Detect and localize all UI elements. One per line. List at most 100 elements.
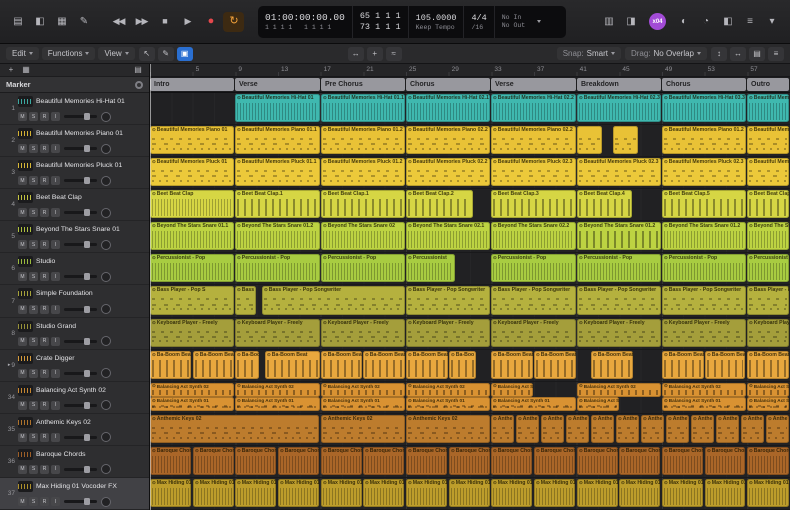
region[interactable]: ⊙Bass Player - Pop (747, 286, 789, 314)
region[interactable]: ⊙Beautiful Memories Hi-Hat 02.2 (491, 94, 576, 122)
region[interactable]: ⊙Beautiful Memories Pluck 01.2 (321, 158, 405, 186)
region[interactable]: ⊙Percussionist - Pop (662, 254, 746, 282)
play-button[interactable]: ▶ (177, 12, 198, 32)
region[interactable]: ⊙Percussionist (406, 254, 455, 282)
region[interactable]: ⊙Beet Beat Clap.3 (491, 190, 576, 218)
region[interactable]: ⊙Beyond The Stars Snare 02.2 (491, 222, 576, 250)
track-header[interactable]: 2Beautiful Memories Piano 01MSRI (0, 125, 149, 157)
region[interactable]: ⊙Beautiful Memories Hi-Hat 01.1 (321, 94, 405, 122)
track-header[interactable]: 36Baroque ChordsMSRI (0, 446, 149, 478)
pan-knob[interactable] (101, 240, 111, 250)
tools-icon[interactable]: ✎ (74, 12, 94, 32)
region[interactable]: ⊙Beet Beat Clap (747, 190, 789, 218)
volume-slider-thumb[interactable] (84, 370, 90, 377)
menu-functions[interactable]: Functions (42, 47, 96, 60)
record-enable-button[interactable]: R (40, 401, 49, 410)
lcd-options-chevron-icon[interactable] (537, 20, 541, 23)
mute-button[interactable]: M (18, 465, 27, 474)
input-monitor-button[interactable]: I (51, 401, 60, 410)
solo-button[interactable]: S (29, 272, 38, 281)
lcd-tempo-section[interactable]: 105.0000 Keep Tempo (409, 6, 465, 38)
marker-region[interactable]: Intro (150, 78, 234, 91)
region[interactable]: ⊙Baroque Chords (747, 447, 789, 475)
count-in-icon[interactable]: ◔ (696, 12, 716, 32)
input-monitor-button[interactable]: I (51, 240, 60, 249)
region[interactable]: ⊙Balancing Act Synth 02 (321, 383, 405, 398)
record-enable-button[interactable]: R (40, 144, 49, 153)
solo-button[interactable]: S (29, 144, 38, 153)
volume-slider-thumb[interactable] (84, 338, 90, 345)
region[interactable]: ⊙Balancing Act Synth 02 (491, 383, 533, 398)
pan-knob[interactable] (101, 304, 111, 314)
region[interactable]: ⊙Bass Player - Pop Songwriter (262, 286, 405, 314)
region[interactable] (577, 126, 602, 154)
region[interactable]: ⊙Baroque Chords (491, 447, 532, 475)
region[interactable]: ⊙Baroque Chords (619, 447, 660, 475)
lcd-time[interactable]: 01:00:00:00.00 (265, 12, 345, 23)
region[interactable]: ⊙Ba-Boom Beat (747, 351, 789, 379)
volume-slider[interactable] (64, 243, 97, 246)
region[interactable]: ⊙Beautiful Memories Hi-Hat 03.3 (662, 94, 746, 122)
region[interactable]: ⊙Beautiful Memories Pluck 02.2 (406, 158, 490, 186)
region[interactable]: ⊙Beet Beat Clap (150, 190, 234, 218)
region[interactable]: ⊙Anthe (566, 415, 589, 443)
region[interactable]: ⊙Beautiful Memories Pluck 02.3 (577, 158, 661, 186)
record-enable-button[interactable]: R (40, 369, 49, 378)
mute-button[interactable]: M (18, 337, 27, 346)
lcd-signature[interactable]: 4/4 (471, 13, 486, 23)
marker-region[interactable]: Outro (747, 78, 789, 91)
region[interactable]: ⊙Beautiful Memories Pluck 01.1 (235, 158, 320, 186)
input-monitor-button[interactable]: I (51, 369, 60, 378)
region[interactable]: ⊙Baroque Chords (406, 447, 447, 475)
track-header[interactable]: 5Beyond The Stars Snare 01MSRI (0, 221, 149, 253)
solo-button[interactable]: S (29, 305, 38, 314)
region[interactable]: ⊙Percussionist - Pop (577, 254, 661, 282)
region[interactable]: ⊙Balancing Act Synth 01 (406, 397, 490, 411)
region[interactable]: ⊙Beautiful Memories Pluck 02.3 (662, 158, 746, 186)
volume-slider-thumb[interactable] (84, 177, 90, 184)
volume-slider[interactable] (64, 340, 97, 343)
region[interactable]: ⊙Beautiful Memories Piano 01.2 (662, 126, 746, 154)
lcd-locators-section[interactable]: 65 1 1 1 73 1 1 1 (353, 6, 409, 38)
pan-knob[interactable] (101, 144, 111, 154)
region[interactable]: ⊙Ba-Boo (449, 351, 476, 379)
region[interactable] (613, 126, 638, 154)
zoom-vertical-icon[interactable]: ↕ (711, 47, 727, 61)
mute-button[interactable]: M (18, 112, 27, 121)
region[interactable]: ⊙Beyond The Stars Snare 02.1 (406, 222, 490, 250)
track-header[interactable]: 6StudioMSRI (0, 253, 149, 285)
volume-slider[interactable] (64, 436, 97, 439)
region[interactable]: ⊙Percussionist - Pop (491, 254, 576, 282)
record-enable-button[interactable]: R (40, 208, 49, 217)
region[interactable]: ⊙Keyboard Player - Freely (406, 319, 490, 347)
mute-button[interactable]: M (18, 433, 27, 442)
region[interactable]: ⊙Balancing Act Synth 02 (406, 383, 490, 398)
output-meter-icon[interactable]: ◨ (621, 12, 641, 32)
display-mode-icon[interactable]: ▥ (599, 12, 619, 32)
marker-region[interactable]: Verse (235, 78, 320, 91)
mute-button[interactable]: M (18, 305, 27, 314)
pan-knob[interactable] (101, 176, 111, 186)
pan-knob[interactable] (101, 400, 111, 410)
marker-region[interactable]: Chorus (406, 78, 490, 91)
marker-region[interactable]: Pre Chorus (321, 78, 405, 91)
region[interactable]: ⊙Max Hiding 01 V (363, 479, 404, 507)
region[interactable]: ⊙Max Hiding 01 V (577, 479, 618, 507)
solo-button[interactable]: S (29, 433, 38, 442)
volume-slider[interactable] (64, 147, 97, 150)
track-header[interactable]: 7Simple FoundationMSRI (0, 285, 149, 317)
region[interactable]: ⊙Max Hiding 01 V (619, 479, 660, 507)
region[interactable]: ⊙Beet Beat Clap.4 (577, 190, 632, 218)
record-enable-button[interactable]: R (40, 112, 49, 121)
region[interactable]: ⊙Baroque Chords (662, 447, 703, 475)
region[interactable]: ⊙Max Hiding 01 V (449, 479, 490, 507)
track-header[interactable]: 4Beet Beat ClapMSRI (0, 189, 149, 221)
region[interactable]: ⊙Balancing Act Synth 02 (577, 383, 661, 398)
region[interactable]: ⊙Balancing Act Synth 01 (662, 397, 746, 411)
volume-slider[interactable] (64, 468, 97, 471)
region[interactable]: ⊙Ba-Boom Beat (662, 351, 704, 379)
region[interactable]: ⊙Beautiful Memories Hi-Hat 01 (235, 94, 320, 122)
lcd-locator-end[interactable]: 73 1 1 1 (360, 22, 401, 32)
region[interactable]: ⊙Anthe (516, 415, 539, 443)
region[interactable]: ⊙Baroque Chords (705, 447, 745, 475)
